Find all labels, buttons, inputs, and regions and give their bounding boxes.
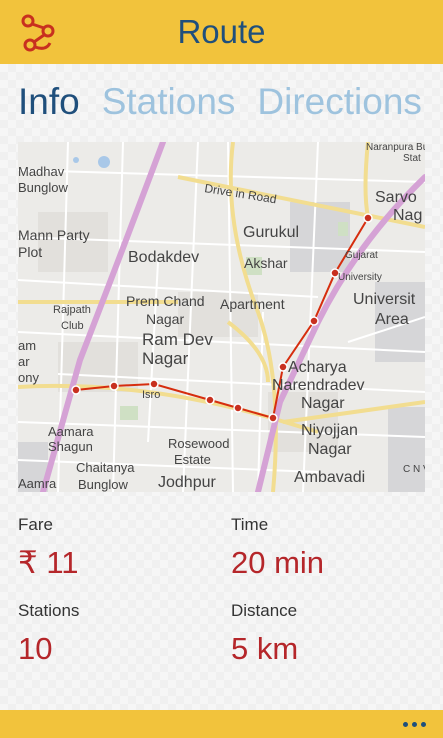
station-marker bbox=[278, 362, 288, 372]
map-label: Narendradev bbox=[272, 377, 365, 394]
map-label: ony bbox=[18, 370, 39, 385]
distance-value: 5 km bbox=[231, 631, 299, 666]
station-marker bbox=[233, 403, 243, 413]
map-label: Bunglow bbox=[18, 180, 68, 195]
map-label: Club bbox=[61, 320, 84, 332]
map-label: Estate bbox=[174, 452, 211, 467]
page-title: Route bbox=[177, 13, 266, 50]
app-header: Route bbox=[0, 0, 443, 64]
stations-label: Stations bbox=[18, 601, 80, 620]
map-label: Mann Party bbox=[18, 227, 90, 243]
distance-metric: Distance 5 km bbox=[231, 601, 298, 667]
station-marker bbox=[71, 385, 81, 395]
tab-stations[interactable]: Stations bbox=[102, 76, 236, 132]
map-label: Area bbox=[375, 311, 409, 328]
station-marker bbox=[205, 395, 215, 405]
stations-value: 10 bbox=[18, 631, 53, 666]
map-label: am bbox=[18, 338, 36, 353]
map-label: Rosewood bbox=[168, 436, 229, 451]
map-label: Nagar bbox=[146, 311, 184, 327]
map-label: Universit bbox=[353, 291, 416, 308]
map-label: Madhav bbox=[18, 164, 65, 179]
map-label: Prem Chand bbox=[126, 293, 205, 309]
map-label: Nagar bbox=[301, 395, 345, 412]
map-label: Shagun bbox=[48, 439, 93, 454]
map-canvas: Naranpura Bus Stat Madhav Bunglow Mann P… bbox=[18, 142, 425, 492]
map-label: Chaitanya bbox=[76, 460, 135, 475]
route-icon[interactable] bbox=[20, 13, 56, 53]
distance-label: Distance bbox=[231, 601, 298, 620]
station-marker bbox=[309, 316, 319, 326]
map-label: Bodakdev bbox=[128, 249, 199, 266]
fare-metric: Fare ₹ 11 bbox=[18, 515, 79, 581]
station-marker bbox=[149, 379, 159, 389]
stations-metric: Stations 10 bbox=[18, 601, 79, 667]
map-label: Niyojjan bbox=[301, 422, 358, 439]
map-label: ar bbox=[18, 354, 30, 369]
station-marker bbox=[268, 413, 278, 423]
route-map[interactable]: Naranpura Bus Stat Madhav Bunglow Mann P… bbox=[18, 142, 425, 492]
map-label: Aamara bbox=[48, 424, 94, 439]
map-label: C N Vidy bbox=[403, 464, 425, 475]
map-label: Isro bbox=[142, 389, 160, 401]
tab-bar: Info Stations Directions bbox=[18, 76, 422, 132]
map-label: Jodhpur bbox=[158, 474, 216, 491]
map-label: Plot bbox=[18, 244, 42, 260]
map-label: Naranpura Bus bbox=[366, 142, 425, 153]
map-label: Bunglow bbox=[78, 477, 128, 492]
map-label: Stat bbox=[403, 153, 421, 164]
map-label: Sarvo bbox=[375, 189, 417, 206]
station-marker bbox=[109, 381, 119, 391]
map-label: Gujarat bbox=[345, 250, 378, 261]
map-label: Apartment bbox=[220, 296, 285, 312]
time-metric: Time 20 min bbox=[231, 515, 324, 581]
tab-info[interactable]: Info bbox=[18, 76, 80, 132]
map-label: University bbox=[338, 272, 382, 283]
time-label: Time bbox=[231, 515, 269, 534]
map-label: Acharya bbox=[288, 359, 347, 376]
time-value: 20 min bbox=[231, 545, 325, 580]
map-label: Nagar bbox=[308, 441, 352, 458]
fare-label: Fare bbox=[18, 515, 53, 534]
map-label: Ambavadi bbox=[294, 469, 365, 486]
map-label: Nagar bbox=[142, 349, 189, 368]
map-label: Rajpath bbox=[53, 304, 91, 316]
more-icon[interactable] bbox=[401, 714, 429, 734]
station-marker bbox=[363, 213, 373, 223]
map-label: Gurukul bbox=[243, 224, 299, 241]
map-label: Akshar bbox=[244, 255, 288, 271]
app-bar bbox=[0, 710, 443, 738]
map-label: Aamra bbox=[18, 476, 57, 491]
tab-directions[interactable]: Directions bbox=[257, 76, 422, 132]
map-label: Nag bbox=[393, 207, 422, 224]
map-label: Ram Dev bbox=[142, 330, 213, 349]
fare-value: ₹ 11 bbox=[18, 545, 79, 580]
